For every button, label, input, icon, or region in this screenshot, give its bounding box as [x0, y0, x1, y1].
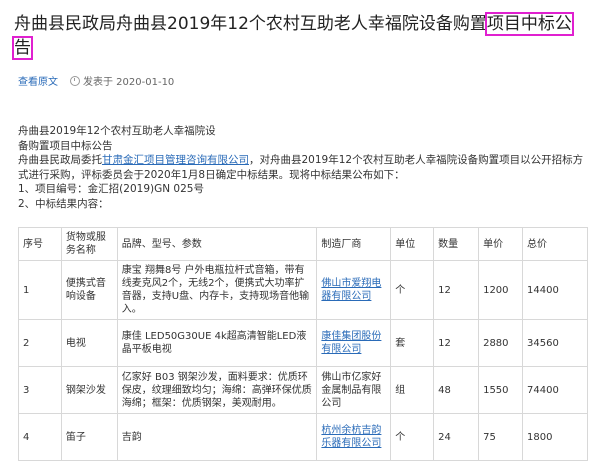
header-maker: 制造厂商	[316, 227, 392, 261]
title-main: 舟曲县民政局舟曲县2019年12个农村互助老人幸福院设备购置	[14, 14, 487, 34]
cell-maker-link[interactable]: 佛山市爱翔电器有限公司	[316, 260, 392, 320]
page-title: 舟曲县民政局舟曲县2019年12个农村互助老人幸福院设备购置项目中标公告	[12, 12, 588, 60]
cell-unit: 套	[390, 319, 435, 367]
cell-unit: 个	[390, 260, 435, 320]
table-row: 3 钢架沙发 亿家好 B03 钢架沙发，面料要求：优质环保皮，纹理细致均匀；海绵…	[18, 366, 588, 414]
article-meta: 查看原文 发表于 2020-01-10	[18, 73, 174, 88]
cell-no: 1	[18, 260, 62, 320]
cell-total: 14400	[522, 260, 588, 320]
cell-unit: 个	[390, 413, 435, 461]
cell-total: 74400	[522, 366, 588, 414]
cell-qty: 12	[433, 260, 480, 320]
header-qty: 数量	[433, 227, 480, 261]
cell-price: 2880	[478, 319, 524, 367]
cell-qty: 12	[433, 319, 480, 367]
project-number: 1、项目编号：金汇招(2019)GN 025号	[18, 183, 204, 195]
header-total: 总价	[522, 227, 588, 261]
result-table: 序号 货物或服务名称 品牌、型号、参数 制造厂商 单位 数量 单价 总价 1 便…	[18, 227, 588, 461]
body-line-2: 备购置项目中标公告	[18, 139, 113, 152]
table-row: 1 便携式音响设备 康宝 翔舞8号 户外电瓶拉杆式音箱，带有线麦克风2个，无线2…	[18, 260, 588, 320]
cell-spec: 吉韵	[116, 413, 318, 461]
cell-no: 2	[18, 319, 62, 367]
clock-icon	[70, 75, 80, 86]
cell-no: 4	[18, 413, 62, 461]
table-row: 4 笛子 吉韵 杭州余杭吉韵乐器有限公司 个 24 75 1800	[18, 413, 588, 461]
agency-link[interactable]: 甘肃金汇项目管理咨询有限公司	[102, 154, 249, 166]
article-body: 舟曲县2019年12个农村互助老人幸福院设 备购置项目中标公告 舟曲县民政局委托…	[18, 124, 588, 211]
cell-qty: 48	[433, 366, 480, 414]
cell-name: 电视	[60, 319, 118, 367]
view-original-link[interactable]: 查看原文	[18, 73, 58, 88]
result-heading: 2、中标结果内容：	[18, 197, 109, 210]
cell-no: 3	[18, 366, 62, 414]
body-paragraph: 舟曲县民政局委托甘肃金汇项目管理咨询有限公司，对舟曲县2019年12个农村互助老…	[18, 153, 588, 182]
cell-total: 1800	[522, 413, 588, 461]
cell-name: 笛子	[60, 413, 118, 461]
body-line-1: 舟曲县2019年12个农村互助老人幸福院设	[18, 125, 216, 137]
publish-date: 发表于 2020-01-10	[83, 77, 175, 88]
cell-name: 便携式音响设备	[60, 260, 118, 320]
cell-maker-link[interactable]: 康佳集团股份有限公司	[316, 319, 392, 367]
cell-price: 1200	[478, 260, 524, 320]
cell-price: 1550	[478, 366, 524, 414]
cell-maker: 佛山市亿家好金属制品有限公司	[316, 366, 392, 414]
cell-unit: 组	[390, 366, 435, 414]
cell-spec: 亿家好 B03 钢架沙发，面料要求：优质环保皮，纹理细致均匀；海绵：高弹环保优质…	[116, 366, 318, 414]
cell-total: 34560	[522, 319, 588, 367]
table-row: 2 电视 康佳 LED50G30UE 4k超高清智能LED液晶平板电视 康佳集团…	[18, 319, 588, 367]
header-price: 单价	[478, 227, 524, 261]
title-highlight-1: 项目中标公	[484, 12, 574, 36]
header-no: 序号	[18, 227, 62, 261]
header-unit: 单位	[390, 227, 435, 261]
header-name: 货物或服务名称	[60, 227, 118, 261]
cell-maker-link[interactable]: 杭州余杭吉韵乐器有限公司	[316, 413, 392, 461]
cell-qty: 24	[433, 413, 480, 461]
para-prefix: 舟曲县民政局委托	[18, 154, 102, 166]
table-header-row: 序号 货物或服务名称 品牌、型号、参数 制造厂商 单位 数量 单价 总价	[18, 227, 588, 261]
cell-spec: 康宝 翔舞8号 户外电瓶拉杆式音箱，带有线麦克风2个，无线2个，便携式大功率扩音…	[116, 260, 318, 320]
title-highlight-2: 告	[12, 36, 33, 60]
cell-price: 75	[478, 413, 524, 461]
header-spec: 品牌、型号、参数	[116, 227, 318, 261]
cell-name: 钢架沙发	[60, 366, 118, 414]
cell-spec: 康佳 LED50G30UE 4k超高清智能LED液晶平板电视	[116, 319, 318, 367]
